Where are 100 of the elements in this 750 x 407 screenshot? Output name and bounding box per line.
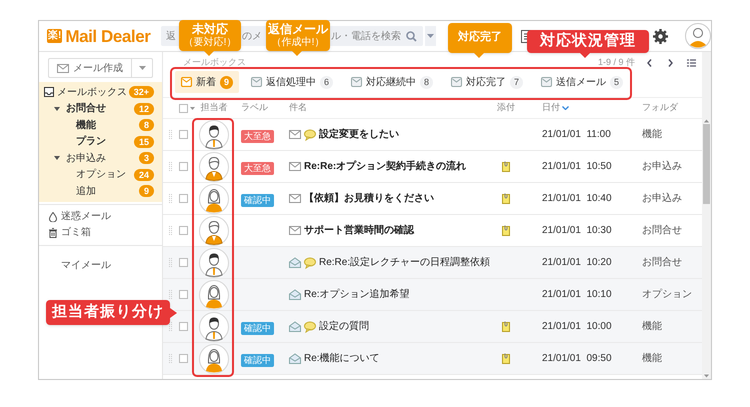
column-header[interactable]: 添付 [491, 101, 521, 115]
mail-subject[interactable]: Re:Re:オプション契約手続きの流れ [304, 159, 466, 174]
drag-handle-icon[interactable] [169, 290, 172, 299]
expand-icon[interactable] [54, 106, 60, 111]
avatar-icon[interactable] [199, 248, 229, 278]
sidebar-item[interactable]: 迷惑メール [39, 208, 162, 224]
compose-button[interactable]: メール作成 [48, 58, 153, 78]
table-row[interactable]: 確認中 【依頼】お見積りをください 21/01/01 10:40 お申込み [163, 183, 702, 215]
checkbox[interactable] [179, 104, 188, 112]
avatar-icon[interactable] [199, 344, 229, 374]
drag-handle-icon[interactable] [169, 130, 172, 139]
sort-icon[interactable] [562, 106, 569, 110]
callout-title: 対応完了 [458, 31, 502, 45]
mail-subject[interactable]: Re:機能について [304, 351, 380, 366]
avatar-icon[interactable] [199, 216, 229, 246]
scrollbar-thumb[interactable] [703, 124, 710, 204]
avatar-icon[interactable] [199, 120, 229, 150]
checkbox[interactable] [179, 162, 188, 171]
tab[interactable]: 対応継続中 8 [345, 71, 439, 93]
mail-icon [451, 77, 462, 87]
scroll-down-icon[interactable] [702, 373, 711, 379]
tab[interactable]: 返信処理中 6 [245, 71, 339, 93]
callout-title: 未対応 [192, 22, 228, 36]
tab[interactable]: 新着 9 [175, 71, 239, 93]
drag-handle-icon[interactable] [169, 162, 172, 171]
envelope-icon [289, 161, 301, 172]
caret-icon[interactable] [190, 106, 195, 110]
search-placeholder: 返 [166, 30, 176, 44]
logo-mark: 楽! [47, 29, 62, 43]
column-header[interactable]: 日付 [542, 101, 560, 115]
count-badge: 12 [134, 102, 154, 115]
count-badge: 15 [134, 136, 154, 148]
attachment-icon[interactable] [502, 353, 510, 364]
sidebar-item[interactable]: ゴミ箱 [39, 224, 162, 240]
avatar-icon[interactable] [199, 280, 229, 310]
mail-subject[interactable]: Re:オプション追加希望 [304, 287, 410, 302]
tree-item[interactable]: オプション 24 [39, 166, 162, 183]
column-header[interactable]: フォルダ [621, 101, 702, 115]
table-row[interactable]: Re:Re:設定レクチャーの日程調整依頼 21/01/01 10:20 お問合せ [163, 247, 702, 279]
mail-icon [251, 77, 262, 87]
table-row[interactable]: 大至急 設定変更をしたい 21/01/01 11:00 機能 [163, 119, 702, 151]
next-page-icon[interactable] [668, 59, 673, 67]
attachment-icon[interactable] [502, 321, 510, 332]
drag-handle-icon[interactable] [169, 194, 172, 203]
avatar-icon[interactable] [199, 184, 229, 214]
mail-subject[interactable]: サポート営業時間の確認 [304, 223, 414, 238]
avatar-icon[interactable] [199, 312, 229, 342]
caret-icon[interactable] [138, 66, 146, 70]
search-options-button[interactable] [425, 26, 436, 46]
attachment-icon[interactable] [502, 225, 510, 236]
tree-item[interactable]: プラン 15 [39, 134, 162, 150]
tree-item[interactable]: 追加 9 [39, 183, 162, 200]
mail-subject[interactable]: Re:Re:設定レクチャーの日程調整依頼 [319, 255, 490, 270]
scrollbar[interactable] [702, 52, 711, 379]
my-mail-link[interactable]: マイメール [61, 260, 111, 270]
checkbox[interactable] [179, 322, 188, 331]
drag-handle-icon[interactable] [169, 354, 172, 363]
count-badge: 7 [510, 76, 523, 88]
list-view-icon[interactable] [687, 59, 696, 67]
tree-item[interactable]: 機能 8 [39, 117, 162, 134]
previous-page-icon[interactable] [647, 59, 652, 67]
avatar-icon[interactable] [199, 152, 229, 182]
folder-cell-text: お問合せ [641, 256, 683, 270]
table-row[interactable]: サポート営業時間の確認 21/01/01 10:30 お問合せ [163, 215, 702, 247]
tab[interactable]: 送信メール 5 [535, 71, 629, 93]
expand-icon[interactable] [54, 156, 60, 160]
checkbox[interactable] [179, 194, 188, 203]
table-row[interactable]: Re:オプション追加希望 21/01/01 10:10 オプション [163, 279, 702, 311]
table-row[interactable]: 大至急 Re:Re:オプション契約手続きの流れ 21/01/01 10:50 お申込み [163, 151, 702, 183]
speech-bubble-icon[interactable] [304, 128, 316, 140]
column-header[interactable]: 件名 [279, 101, 491, 115]
mail-subject[interactable]: 【依頼】お見積りをください [304, 191, 434, 206]
checkbox[interactable] [179, 130, 188, 139]
table-row[interactable]: 確認中 Re:機能について 21/01/01 09:50 機能 [163, 343, 702, 375]
checkbox[interactable] [179, 258, 188, 267]
tab[interactable]: 対応完了 7 [445, 71, 529, 93]
speech-bubble-icon[interactable] [304, 256, 316, 268]
tree-item[interactable]: メールボックス 32+ [39, 84, 162, 100]
drag-handle-icon[interactable] [169, 226, 172, 235]
mail-subject[interactable]: 設定変更をしたい [319, 127, 399, 142]
settings-icon[interactable] [653, 28, 668, 44]
drag-handle-icon[interactable] [169, 322, 172, 331]
tree-item[interactable]: お申込み 3 [39, 150, 162, 166]
mail-subject[interactable]: 設定の質問 [319, 319, 369, 334]
attachment-icon[interactable] [502, 161, 510, 172]
scroll-up-icon[interactable] [702, 118, 711, 124]
checkbox[interactable] [179, 226, 188, 235]
search-icon[interactable] [406, 30, 417, 42]
column-header[interactable]: 担当者 [197, 101, 231, 115]
table-row[interactable]: 確認中 設定の質問 21/01/01 10:00 機能 [163, 311, 702, 343]
checkbox[interactable] [179, 354, 188, 363]
speech-bubble-icon[interactable] [304, 320, 316, 332]
callout-subtitle: （要対応!） [184, 36, 236, 50]
drag-handle-icon[interactable] [169, 258, 172, 267]
user-avatar-icon[interactable] [685, 23, 711, 49]
attachment-icon[interactable] [502, 193, 510, 204]
tree-item[interactable]: お問合せ 12 [39, 100, 162, 117]
date-cell-text: 21/01/01 10:30 [541, 224, 613, 238]
checkbox[interactable] [179, 290, 188, 299]
column-header[interactable]: ラベル [231, 101, 279, 115]
